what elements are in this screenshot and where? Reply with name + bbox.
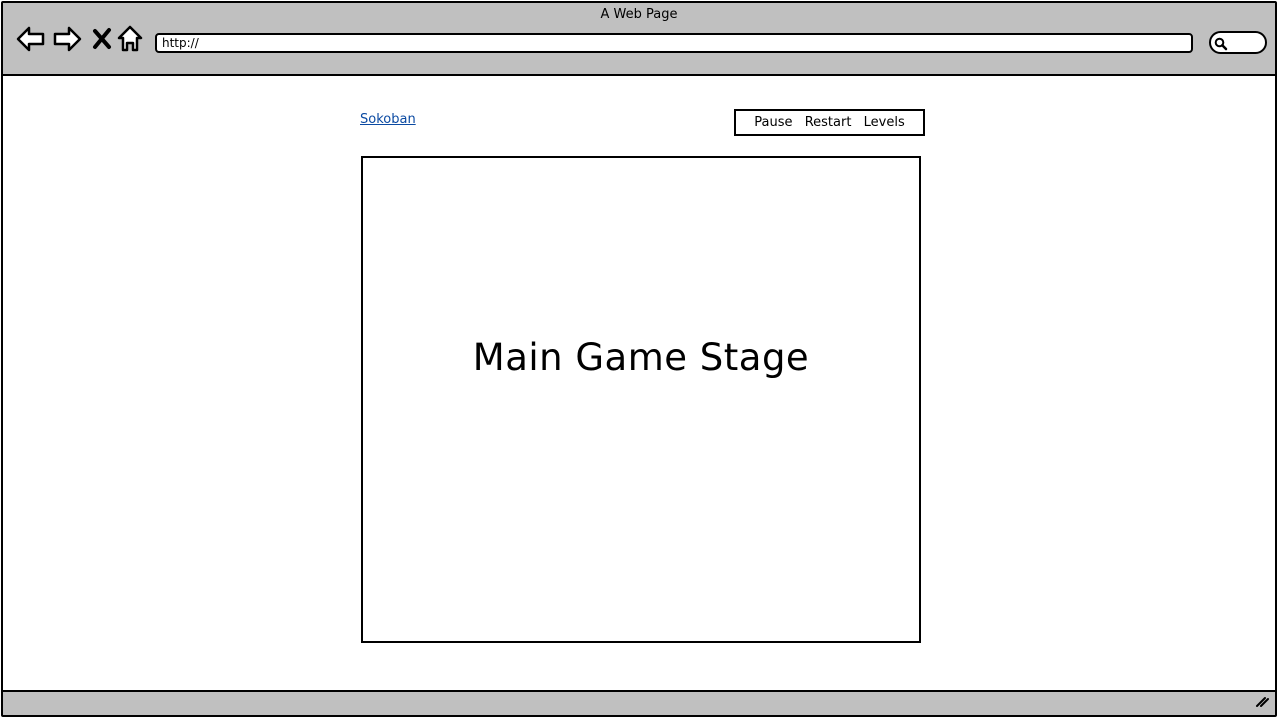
page-content: Sokoban Pause Restart Levels Main Game S… (3, 76, 1275, 690)
search-box[interactable] (1209, 31, 1267, 54)
browser-toolbar: A Web Page (3, 3, 1275, 76)
home-icon[interactable] (116, 23, 148, 55)
window-title: A Web Page (600, 7, 678, 22)
resize-grip-icon[interactable] (1255, 692, 1269, 711)
back-arrow-icon[interactable] (15, 23, 47, 55)
forward-arrow-icon[interactable] (51, 23, 83, 55)
browser-window: A Web Page http:// Sokoban Pause Restart… (1, 1, 1277, 717)
levels-menu-item[interactable]: Levels (864, 115, 905, 130)
search-icon (1214, 36, 1228, 55)
restart-menu-item[interactable]: Restart (805, 115, 852, 130)
sokoban-link[interactable]: Sokoban (360, 112, 416, 127)
url-input[interactable] (155, 33, 1193, 53)
game-menu: Pause Restart Levels (734, 109, 925, 136)
main-game-stage[interactable]: Main Game Stage (361, 156, 921, 643)
stage-label: Main Game Stage (472, 336, 810, 379)
pause-menu-item[interactable]: Pause (754, 115, 792, 130)
status-bar (3, 690, 1275, 715)
